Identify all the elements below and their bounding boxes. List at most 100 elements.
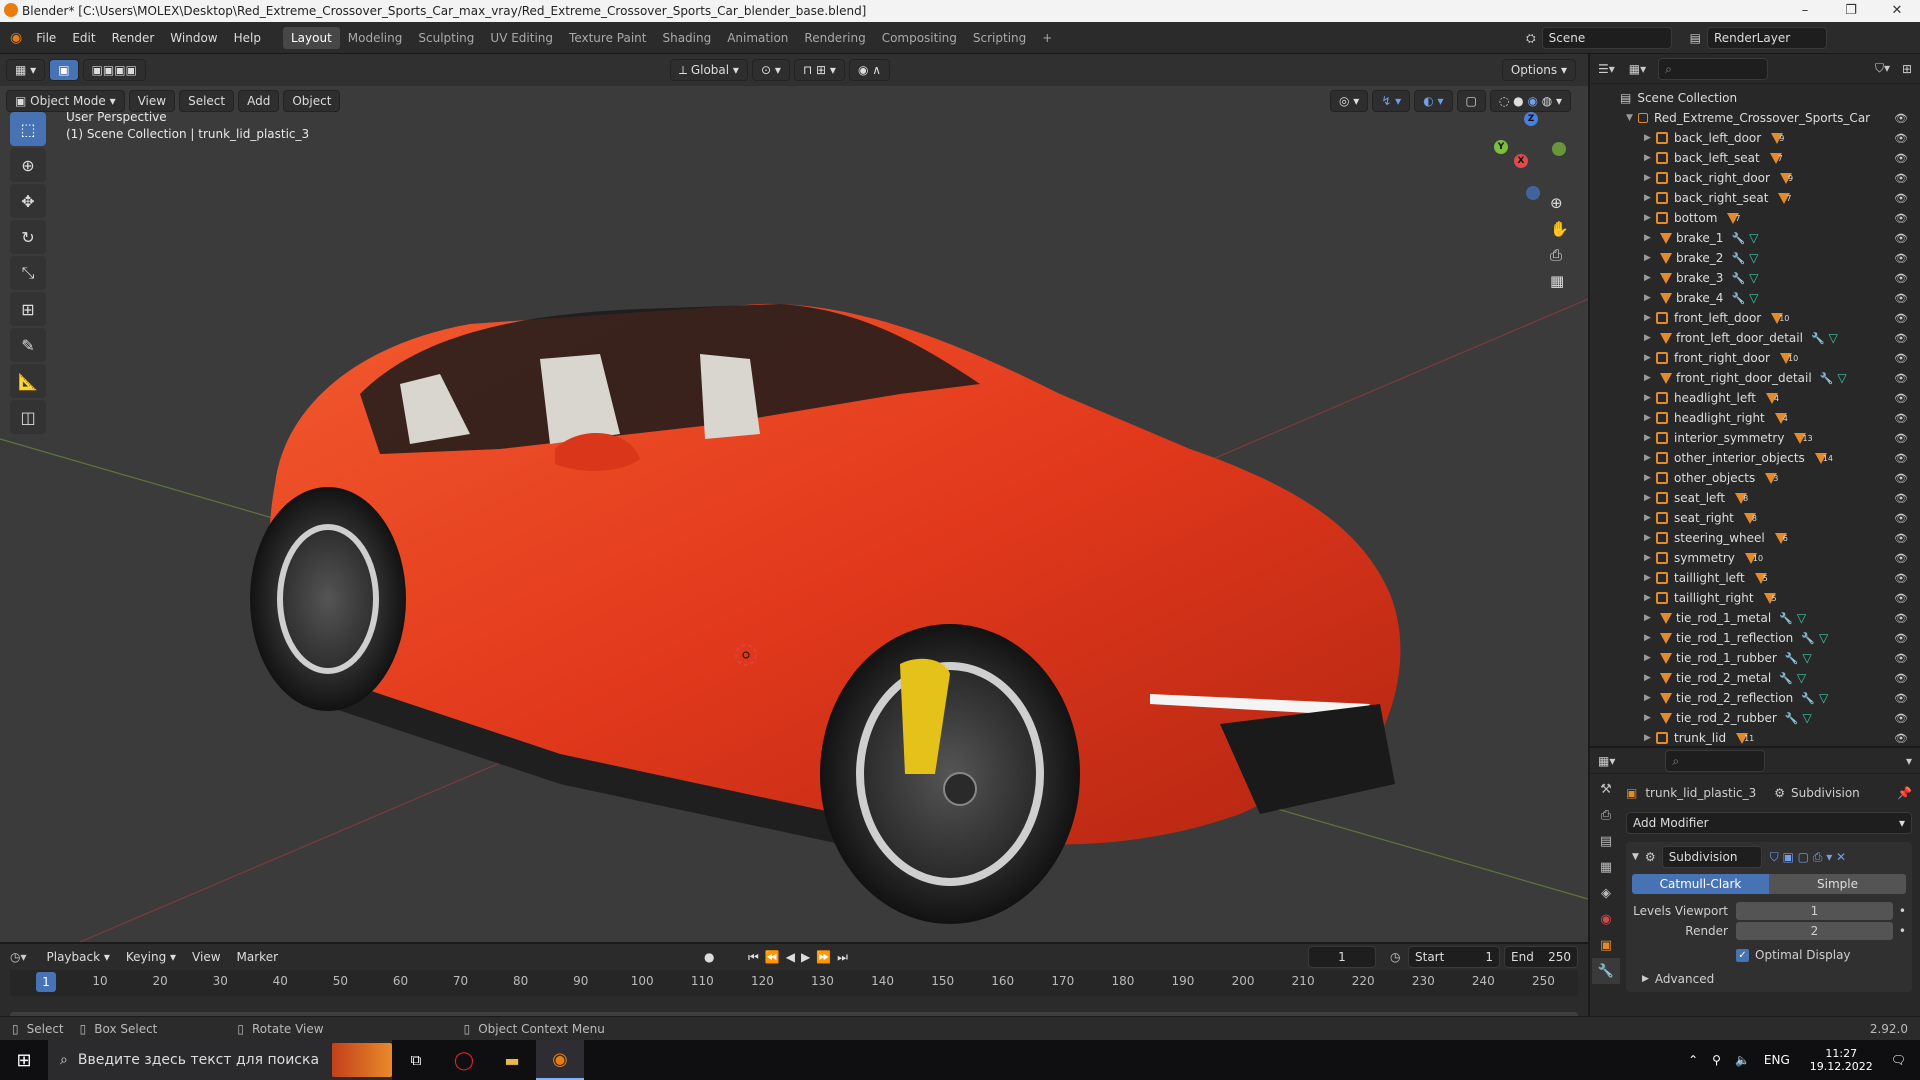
expand-arrow-icon[interactable]: ▶ <box>1644 493 1656 503</box>
network-icon[interactable]: ⚲ <box>1712 1053 1721 1067</box>
eye-icon[interactable]: 👁 <box>1894 452 1908 465</box>
expand-arrow-icon[interactable]: ▶ <box>1644 213 1656 223</box>
expand-arrow-icon[interactable]: ▶ <box>1644 253 1656 263</box>
viewport-scene[interactable] <box>0 54 1588 942</box>
tab-compositing[interactable]: Compositing <box>874 27 965 49</box>
blender-taskbar-icon[interactable]: ◉ <box>536 1040 584 1080</box>
collection-row[interactable]: ▼ Red_Extreme_Crossover_Sports_Car 👁 <box>1598 108 1920 128</box>
outliner-item[interactable]: ▶ seat_right 8 👁 <box>1598 508 1920 528</box>
file-explorer-icon[interactable]: ▬ <box>488 1051 536 1070</box>
outliner-item[interactable]: ▶ front_right_door_detail 🔧 ▽ 👁 <box>1598 368 1920 388</box>
current-frame-field[interactable]: 1 <box>1308 946 1376 968</box>
task-view-icon[interactable]: ⧉ <box>392 1051 440 1069</box>
eye-icon[interactable]: 👁 <box>1894 692 1908 705</box>
outliner-item[interactable]: ▶ interior_symmetry 13 👁 <box>1598 428 1920 448</box>
modifier-wrench-icon[interactable]: 🔧 <box>1801 692 1815 705</box>
outliner-item[interactable]: ▶ other_objects 3 👁 <box>1598 468 1920 488</box>
outliner-item[interactable]: ▶ symmetry 10 👁 <box>1598 548 1920 568</box>
render-props-icon[interactable]: ⎙ <box>1592 802 1620 828</box>
eye-icon[interactable]: 👁 <box>1894 672 1908 685</box>
end-frame-field[interactable]: End 250 <box>1504 946 1578 968</box>
modifier-wrench-icon[interactable]: 🔧 <box>1731 232 1745 245</box>
output-props-icon[interactable]: ▤ <box>1592 828 1620 854</box>
rotate-tool[interactable]: ↻ <box>10 220 46 254</box>
advanced-arrow-icon[interactable]: ▶ <box>1642 974 1649 984</box>
scale-tool[interactable]: ⤡ <box>10 256 46 290</box>
outliner-item[interactable]: ▶ headlight_left 4 👁 <box>1598 388 1920 408</box>
expand-arrow-icon[interactable]: ▶ <box>1644 393 1656 403</box>
outliner-item[interactable]: ▶ tie_rod_1_reflection 🔧 ▽ 👁 <box>1598 628 1920 648</box>
eye-icon[interactable]: 👁 <box>1894 732 1908 745</box>
select-menu[interactable]: Select <box>179 90 235 112</box>
keyframe-dot-icon[interactable]: • <box>1899 924 1906 938</box>
expand-arrow-icon[interactable]: ▶ <box>1644 133 1656 143</box>
move-tool[interactable]: ✥ <box>10 184 46 218</box>
expand-arrow-icon[interactable]: ▶ <box>1644 173 1656 183</box>
optimal-display-checkbox[interactable]: ✓ <box>1736 948 1749 962</box>
eye-icon[interactable]: 👁 <box>1894 272 1908 285</box>
outliner-item[interactable]: ▶ back_left_seat 7 👁 <box>1598 148 1920 168</box>
mesh-data-icon[interactable]: ▽ <box>1749 291 1758 305</box>
maximize-button[interactable]: ❐ <box>1828 0 1874 22</box>
mesh-data-icon[interactable]: ▽ <box>1819 691 1828 705</box>
expand-arrow-icon[interactable]: ▶ <box>1644 353 1656 363</box>
language-indicator[interactable]: ENG <box>1764 1053 1790 1067</box>
expand-arrow-icon[interactable]: ▶ <box>1644 153 1656 163</box>
volume-icon[interactable]: 🔈 <box>1735 1053 1750 1067</box>
collapse-arrow-icon[interactable]: ▼ <box>1632 852 1639 862</box>
expand-arrow-icon[interactable]: ▼ <box>1626 113 1638 123</box>
tab-uv-editing[interactable]: UV Editing <box>482 27 561 49</box>
modifier-wrench-icon[interactable]: 🔧 <box>1731 252 1745 265</box>
close-button[interactable]: ✕ <box>1874 0 1920 22</box>
shading-modes[interactable]: ◌ ● ◉ ◍ ▾ <box>1489 90 1572 112</box>
minimize-button[interactable]: – <box>1782 0 1828 22</box>
zoom-icon[interactable]: ⊕ <box>1550 194 1569 212</box>
eye-icon[interactable]: 👁 <box>1894 712 1908 725</box>
simple-button[interactable]: Simple <box>1769 874 1906 894</box>
navigation-gizmo[interactable]: Z Y X <box>1490 110 1570 200</box>
timeline-view-menu[interactable]: View <box>184 946 228 968</box>
gizmo-neg-x[interactable] <box>1552 142 1566 156</box>
mesh-data-icon[interactable]: ▽ <box>1749 231 1758 245</box>
tray-chevron-icon[interactable]: ⌃ <box>1688 1053 1698 1067</box>
playhead[interactable]: 1 <box>36 972 56 992</box>
measure-tool[interactable]: 📐 <box>10 364 46 398</box>
modifier-name-field[interactable]: Subdivision <box>1661 846 1762 868</box>
properties-editor-icon[interactable]: ▦▾ <box>1598 754 1615 768</box>
timeline-ruler[interactable]: 1102030405060708090100110120130140150160… <box>10 970 1578 996</box>
outliner-item[interactable]: ▶ back_right_door 9 👁 <box>1598 168 1920 188</box>
outliner-item[interactable]: ▶ brake_1 🔧 ▽ 👁 <box>1598 228 1920 248</box>
eye-icon[interactable]: 👁 <box>1894 332 1908 345</box>
tab-rendering[interactable]: Rendering <box>796 27 873 49</box>
playback-controls[interactable]: ⏮⏪◀▶⏩⏭ <box>748 950 854 965</box>
mesh-data-icon[interactable]: ▽ <box>1797 611 1806 625</box>
transform-orientation-select[interactable]: ⟂ Global ▾ <box>670 59 748 81</box>
expand-arrow-icon[interactable]: ▶ <box>1644 333 1656 343</box>
mesh-data-icon[interactable]: ▽ <box>1802 711 1811 725</box>
camera-view-icon[interactable]: ⎙ <box>1550 246 1569 264</box>
eye-icon[interactable]: 👁 <box>1894 552 1908 565</box>
gizmo-toggle[interactable]: ↯ ▾ <box>1372 90 1411 112</box>
new-collection-icon[interactable]: ⊞ <box>1902 62 1912 76</box>
expand-arrow-icon[interactable]: ▶ <box>1644 413 1656 423</box>
view-menu[interactable]: View <box>128 90 176 112</box>
menu-render[interactable]: Render <box>104 27 163 49</box>
object-mode-select[interactable]: ▣ Object Mode ▾ <box>6 90 125 112</box>
expand-arrow-icon[interactable]: ▶ <box>1644 533 1656 543</box>
eye-icon[interactable]: 👁 <box>1894 192 1908 205</box>
pin-icon[interactable]: 📌 <box>1897 786 1912 800</box>
xray-toggle[interactable]: ▢ <box>1456 90 1486 112</box>
tool-props-icon[interactable]: ⚒ <box>1592 776 1620 802</box>
expand-arrow-icon[interactable]: ▶ <box>1644 733 1656 743</box>
catmull-clark-button[interactable]: Catmull-Clark <box>1632 874 1769 894</box>
outliner-item[interactable]: ▶ tie_rod_2_rubber 🔧 ▽ 👁 <box>1598 708 1920 728</box>
select-box-tool[interactable]: ⬚ <box>10 112 46 146</box>
playback-menu[interactable]: Playback ▾ <box>39 946 118 968</box>
expand-arrow-icon[interactable]: ▶ <box>1644 193 1656 203</box>
annotate-tool[interactable]: ✎ <box>10 328 46 362</box>
menu-edit[interactable]: Edit <box>64 27 103 49</box>
eye-icon[interactable]: 👁 <box>1894 152 1908 165</box>
expand-arrow-icon[interactable]: ▶ <box>1644 693 1656 703</box>
outliner-item[interactable]: ▶ headlight_right 4 👁 <box>1598 408 1920 428</box>
add-menu[interactable]: Add <box>238 90 280 112</box>
